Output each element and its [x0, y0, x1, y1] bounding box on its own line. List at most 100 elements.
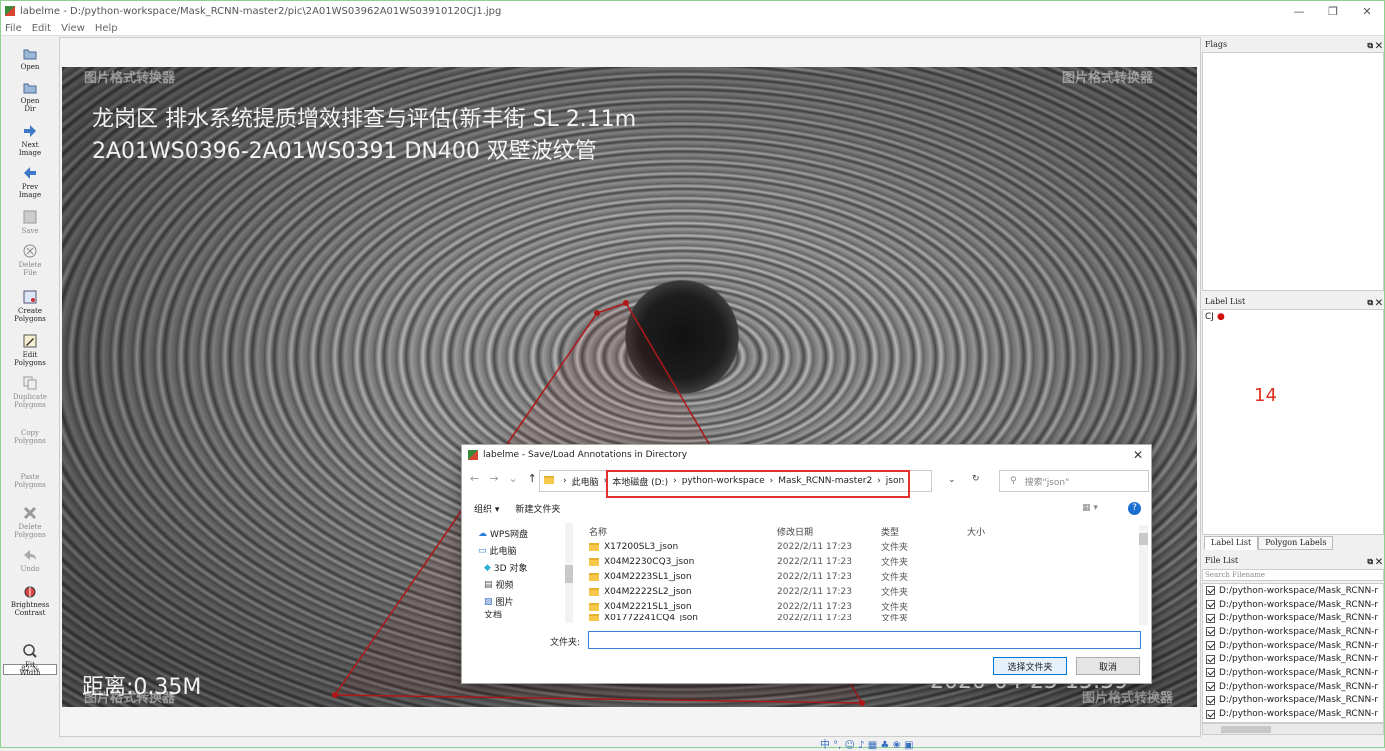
menu-help[interactable]: Help — [95, 23, 118, 34]
file-list-item[interactable]: D:/python-workspace/Mask_RCNN-r — [1203, 584, 1383, 598]
up-arrow-icon[interactable]: ↑ — [528, 472, 537, 485]
col-type[interactable]: 类型 — [881, 525, 967, 538]
dock-float-close-icon[interactable]: ⧉ ✕ — [1367, 295, 1382, 309]
edit-icon — [23, 334, 37, 348]
file-list-item[interactable]: D:/python-workspace/Mask_RCNN-r — [1203, 598, 1383, 612]
open-dir-button[interactable]: Open Dir — [1, 79, 59, 113]
folder-icon — [589, 542, 599, 551]
help-icon[interactable]: ? — [1128, 501, 1141, 515]
col-date[interactable]: 修改日期 — [777, 525, 881, 538]
menu-file[interactable]: File — [5, 23, 22, 34]
folder-type: 文件夹 — [881, 588, 909, 598]
checkbox[interactable] — [1206, 586, 1215, 596]
undo-icon — [24, 550, 36, 560]
breadcrumb-item[interactable]: 此电脑 — [572, 475, 599, 488]
dialog-close-button[interactable]: ✕ — [1133, 448, 1143, 462]
brightness-contrast-button[interactable]: Brightness Contrast — [1, 583, 59, 617]
file-list-item[interactable]: D:/python-workspace/Mask_RCNN-r — [1203, 639, 1383, 653]
arrow-right-icon — [24, 125, 36, 137]
annotation-number: 14 — [1254, 385, 1277, 406]
left-toolbar: Open Open Dir Next Image Prev Image Save De… — [1, 37, 59, 737]
col-name[interactable]: 名称 — [589, 525, 777, 538]
tree-item-videos[interactable]: ▤ 视频 — [478, 576, 568, 593]
folder-row[interactable]: X04M2223SL1_json 2022/2/11 17:23 文件夹 — [589, 569, 1144, 584]
tree-item-this-pc[interactable]: ▭ 此电脑 — [478, 542, 568, 559]
forward-arrow-icon[interactable]: → — [489, 472, 498, 485]
checkbox[interactable] — [1206, 695, 1215, 705]
new-folder-button[interactable]: 新建文件夹 — [515, 502, 560, 515]
file-table-scrollbar[interactable] — [1139, 525, 1148, 625]
save-button[interactable]: Save — [1, 209, 59, 235]
file-list-item[interactable]: D:/python-workspace/Mask_RCNN-r — [1203, 666, 1383, 680]
tree-item-wps[interactable]: ☁ WPS网盘 — [478, 525, 568, 542]
refresh-icon[interactable]: ↻ — [972, 474, 980, 484]
organize-button[interactable]: 组织 ▾ — [474, 502, 499, 515]
prev-image-button[interactable]: Prev Image — [1, 165, 59, 199]
duplicate-polygons-button[interactable]: Duplicate Polygons — [1, 375, 59, 409]
select-folder-button[interactable]: 选择文件夹 — [993, 657, 1067, 675]
checkbox[interactable] — [1206, 709, 1215, 719]
checkbox[interactable] — [1206, 627, 1215, 637]
file-list-item[interactable]: D:/python-workspace/Mask_RCNN-r — [1203, 652, 1383, 666]
folder-row[interactable]: X17200SL3_json 2022/2/11 17:23 文件夹 — [589, 539, 1144, 554]
tab-polygon-labels[interactable]: Polygon Labels — [1258, 536, 1334, 550]
tree-item-pictures[interactable]: ▨ 图片 — [478, 593, 568, 610]
dock-tabs: Label List Polygon Labels — [1204, 536, 1334, 550]
file-path: D:/python-workspace/Mask_RCNN-r — [1219, 654, 1379, 665]
file-list-scrollbar[interactable] — [1202, 723, 1384, 735]
cancel-button[interactable]: 取消 — [1076, 657, 1140, 675]
folder-name-input[interactable] — [588, 631, 1141, 649]
chevron-down-icon[interactable]: ⌄ — [508, 472, 517, 485]
close-button[interactable]: ✕ — [1350, 1, 1384, 21]
folder-row[interactable]: X04M2222SL2_json 2022/2/11 17:23 文件夹 — [589, 584, 1144, 599]
minimize-button[interactable]: — — [1282, 1, 1316, 21]
delete-icon — [23, 244, 37, 258]
search-input[interactable]: ⚲ 搜索"json" — [999, 470, 1149, 492]
undo-button[interactable]: Undo — [1, 547, 59, 573]
file-list-item[interactable]: D:/python-workspace/Mask_RCNN-r — [1203, 694, 1383, 708]
tab-label-list[interactable]: Label List — [1204, 536, 1259, 550]
folder-name: X17200SL3_json — [604, 541, 679, 552]
file-path: D:/python-workspace/Mask_RCNN-r — [1219, 640, 1379, 651]
paste-polygons-button[interactable]: Paste Polygons — [1, 473, 59, 489]
checkbox[interactable] — [1206, 600, 1215, 610]
next-image-button[interactable]: Next Image — [1, 123, 59, 157]
folder-row[interactable]: X01772241CQ4_json 2022/2/11 17:23 文件夹 — [589, 614, 1144, 621]
file-list-item[interactable]: D:/python-workspace/Mask_RCNN-r — [1203, 680, 1383, 694]
dock-float-close-icon[interactable]: ⧉ ✕ — [1367, 554, 1382, 568]
tree-item-3d[interactable]: ◆ 3D 对象 — [478, 559, 568, 576]
file-list-item[interactable]: D:/python-workspace/Mask_RCNN-r — [1203, 611, 1383, 625]
open-button[interactable]: Open — [1, 45, 59, 71]
label-item-cj[interactable]: CJ ● — [1203, 310, 1383, 324]
view-options-icon[interactable]: ▦ ▾ — [1082, 503, 1098, 513]
delete-polygons-button[interactable]: Delete Polygons — [1, 505, 59, 539]
folder-name: X04M2230CQ3_json — [604, 556, 695, 567]
tree-item-documents[interactable]: 文档 — [478, 610, 568, 619]
checkbox[interactable] — [1206, 654, 1215, 664]
checkbox[interactable] — [1206, 613, 1215, 623]
file-list-item[interactable]: D:/python-workspace/Mask_RCNN-r — [1203, 625, 1383, 639]
checkbox[interactable] — [1206, 641, 1215, 651]
file-list-item[interactable]: D:/python-workspace/Mask_RCNN-r — [1203, 707, 1383, 721]
dock-float-close-icon[interactable]: ⧉ ✕ — [1367, 38, 1382, 52]
folder-row[interactable]: X04M2230CQ3_json 2022/2/11 17:23 文件夹 — [589, 554, 1144, 569]
folder-type: 文件夹 — [881, 558, 909, 568]
tree-scrollbar[interactable] — [565, 523, 573, 623]
copy-polygons-button[interactable]: Copy Polygons — [1, 429, 59, 445]
delete-file-button[interactable]: Delete File — [1, 243, 59, 277]
edit-polygons-button[interactable]: Edit Polygons — [1, 333, 59, 367]
checkbox[interactable] — [1206, 668, 1215, 678]
checkbox[interactable] — [1206, 682, 1215, 692]
folder-icon — [23, 49, 37, 60]
fit-width-button[interactable]: Fit Width — [1, 643, 59, 677]
chevron-down-icon[interactable]: ⌄ — [948, 475, 956, 485]
create-polygons-button[interactable]: Create Polygons — [1, 289, 59, 323]
file-search-input[interactable]: Search Filename — [1202, 569, 1384, 581]
maximize-button[interactable]: ❐ — [1316, 1, 1350, 21]
col-size[interactable]: 大小 — [967, 525, 985, 538]
menu-edit[interactable]: Edit — [32, 23, 51, 34]
back-arrow-icon[interactable]: ← — [470, 472, 479, 485]
menu-view[interactable]: View — [61, 23, 85, 34]
folder-row[interactable]: X04M2221SL1_json 2022/2/11 17:23 文件夹 — [589, 599, 1144, 614]
window-title: labelme - D:/python-workspace/Mask_RCNN-… — [20, 5, 502, 17]
